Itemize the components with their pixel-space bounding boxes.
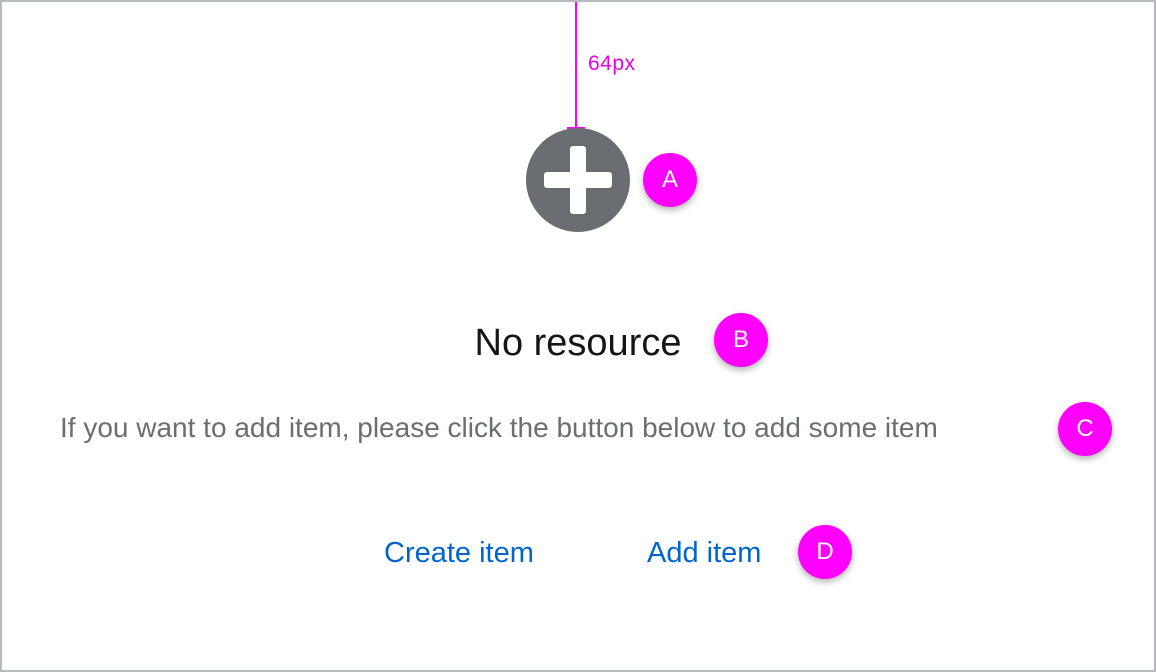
callout-c: C [1058, 402, 1112, 456]
spacing-measure-line [575, 2, 577, 129]
empty-state-title: No resource [474, 322, 682, 364]
add-item-link[interactable]: Add item [647, 532, 761, 574]
plus-horizontal-bar [544, 172, 612, 188]
plus-circle-icon [526, 128, 630, 232]
create-item-link[interactable]: Create item [384, 532, 534, 574]
callout-b: B [714, 313, 768, 367]
empty-state-body: If you want to add item, please click th… [60, 412, 938, 443]
empty-state-frame: 64px No resource If you want to add item… [0, 0, 1156, 672]
callout-a: A [643, 153, 697, 207]
callout-d: D [798, 525, 852, 579]
spacing-label: 64px [588, 52, 636, 75]
